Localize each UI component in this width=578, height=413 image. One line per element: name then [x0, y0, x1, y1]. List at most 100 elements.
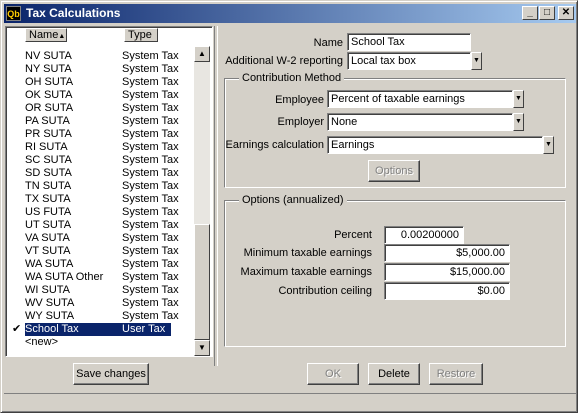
save-changes-button[interactable]: Save changes	[73, 363, 149, 385]
options-button[interactable]: Options	[368, 160, 420, 182]
list-item-name: OR SUTA	[25, 102, 74, 114]
list-item[interactable]: SC SUTA System Tax	[7, 154, 190, 167]
list-item[interactable]: WY SUTA System Tax	[7, 310, 190, 323]
list-item[interactable]: VA SUTA System Tax	[7, 232, 190, 245]
list-item[interactable]: <new>	[7, 336, 190, 349]
checkmark-icon: ✔	[12, 323, 22, 335]
list-item-type: System Tax	[122, 310, 179, 322]
list-item[interactable]: NY SUTA System Tax	[7, 63, 190, 76]
list-item-type: System Tax	[122, 180, 179, 192]
restore-button[interactable]: Restore	[429, 363, 483, 385]
tax-calculations-window: Qb Tax Calculations _ □ ✕ Name▲ Type NV …	[0, 0, 578, 413]
list-item-type: System Tax	[122, 219, 179, 231]
list-item[interactable]: VT SUTA System Tax	[7, 245, 190, 258]
scroll-down-icon[interactable]: ▼	[194, 340, 210, 356]
list-scrollbar[interactable]: ▲ ▼	[194, 46, 210, 356]
list-item[interactable]: NV SUTA System Tax	[7, 50, 190, 63]
list-item[interactable]: ✔ School Tax User Tax	[7, 323, 190, 336]
minimize-button[interactable]: _	[522, 6, 538, 20]
list-item-name: WI SUTA	[25, 284, 71, 296]
employee-select[interactable]: Percent of taxable earnings	[327, 90, 513, 108]
list-item[interactable]: PR SUTA System Tax	[7, 128, 190, 141]
options-annualized-title: Options (annualized)	[239, 194, 347, 206]
percent-input[interactable]: 0.00200000	[384, 226, 464, 244]
list-item[interactable]: US FUTA System Tax	[7, 206, 190, 219]
earnings-calculation-label: Earnings calculation	[225, 139, 324, 151]
list-item-name: US FUTA	[25, 206, 72, 218]
list-item-name: PA SUTA	[25, 115, 70, 127]
list-item[interactable]: SD SUTA System Tax	[7, 167, 190, 180]
list-item-name: OH SUTA	[25, 76, 74, 88]
employee-dropdown-arrow-icon[interactable]: ▼	[513, 90, 524, 108]
list-item-type: System Tax	[122, 271, 179, 283]
contribution-ceiling-input[interactable]: $0.00	[384, 282, 510, 300]
list-item-name: WV SUTA	[25, 297, 75, 309]
list-item-name: UT SUTA	[25, 219, 72, 231]
window-title: Tax Calculations	[26, 6, 121, 20]
minimum-taxable-earnings-input[interactable]: $5,000.00	[384, 244, 510, 262]
list-item-type: System Tax	[122, 115, 179, 127]
list-item[interactable]: WV SUTA System Tax	[7, 297, 190, 310]
list-item-type: System Tax	[122, 258, 179, 270]
list-item[interactable]: OK SUTA System Tax	[7, 89, 190, 102]
list-item-type: System Tax	[122, 245, 179, 257]
list-item[interactable]: OH SUTA System Tax	[7, 76, 190, 89]
list-item-name: WY SUTA	[25, 310, 75, 322]
list-item-type: System Tax	[122, 297, 179, 309]
ok-button[interactable]: OK	[307, 363, 359, 385]
list-item-name: OK SUTA	[25, 89, 73, 101]
scroll-thumb[interactable]	[194, 224, 210, 340]
list-item[interactable]: RI SUTA System Tax	[7, 141, 190, 154]
list-item-type: System Tax	[122, 193, 179, 205]
splitter[interactable]	[214, 26, 218, 366]
w2-dropdown-arrow-icon[interactable]: ▼	[471, 52, 482, 70]
list-item-type: System Tax	[122, 89, 179, 101]
list-item-type: System Tax	[122, 284, 179, 296]
list-item-name: SD SUTA	[25, 167, 72, 179]
list-item[interactable]: OR SUTA System Tax	[7, 102, 190, 115]
list-item-type: System Tax	[122, 206, 179, 218]
contribution-ceiling-label: Contribution ceiling	[278, 285, 372, 297]
earnings-calculation-select[interactable]: Earnings	[327, 136, 543, 154]
list-item-type: System Tax	[122, 76, 179, 88]
status-bar	[4, 393, 576, 411]
list-item[interactable]: TX SUTA System Tax	[7, 193, 190, 206]
delete-button[interactable]: Delete	[368, 363, 420, 385]
list-item[interactable]: WI SUTA System Tax	[7, 284, 190, 297]
list-item-type: System Tax	[122, 128, 179, 140]
list-item[interactable]: PA SUTA System Tax	[7, 115, 190, 128]
title-bar[interactable]: Qb Tax Calculations _ □ ✕	[4, 4, 576, 23]
list-item-type: System Tax	[122, 102, 179, 114]
employer-dropdown-arrow-icon[interactable]: ▼	[513, 113, 524, 131]
employer-select[interactable]: None	[327, 113, 513, 131]
w2-reporting-select[interactable]: Local tax box	[347, 52, 471, 70]
close-button[interactable]: ✕	[558, 6, 574, 20]
list-item[interactable]: WA SUTA Other System Tax	[7, 271, 190, 284]
w2-reporting-label: Additional W-2 reporting	[225, 55, 343, 67]
list-item[interactable]: UT SUTA System Tax	[7, 219, 190, 232]
maximize-button[interactable]: □	[539, 6, 555, 20]
earnings-dropdown-arrow-icon[interactable]: ▼	[543, 136, 554, 154]
percent-label: Percent	[334, 229, 372, 241]
list-item-name: SC SUTA	[25, 154, 72, 166]
list-item[interactable]: WA SUTA System Tax	[7, 258, 190, 271]
name-input[interactable]: School Tax	[347, 33, 471, 51]
maximum-taxable-earnings-label: Maximum taxable earnings	[240, 266, 372, 278]
scroll-up-icon[interactable]: ▲	[194, 46, 210, 62]
list-item-name: TN SUTA	[25, 180, 72, 192]
list-item-name: VA SUTA	[25, 232, 70, 244]
name-label: Name	[313, 37, 343, 49]
column-header-type[interactable]: Type	[124, 28, 158, 42]
maximum-taxable-earnings-input[interactable]: $15,000.00	[384, 263, 510, 281]
list-item-name: NV SUTA	[25, 50, 72, 62]
list-item-name: PR SUTA	[25, 128, 72, 140]
list-item-type: System Tax	[122, 232, 179, 244]
column-header-type-label: Type	[128, 29, 152, 41]
employee-label: Employee	[275, 94, 324, 106]
list-item-name: School Tax	[25, 323, 79, 335]
list-item[interactable]: TN SUTA System Tax	[7, 180, 190, 193]
list-item-name: VT SUTA	[25, 245, 71, 257]
column-header-name[interactable]: Name▲	[25, 28, 67, 42]
list-item-name: <new>	[25, 336, 59, 348]
sort-ascending-icon: ▲	[58, 33, 66, 40]
